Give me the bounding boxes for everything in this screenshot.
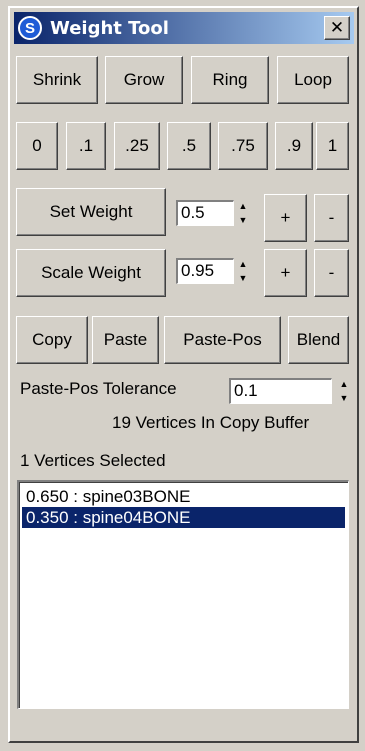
weight-0-1-button[interactable]: .1 [66,122,106,170]
scale-weight-spinner[interactable]: ▲ ▼ [236,258,250,284]
spin-up-icon: ▲ [339,379,349,389]
tolerance-label: Paste-Pos Tolerance [20,379,177,398]
set-weight-plus-button[interactable]: + [264,194,307,242]
title-bar[interactable]: S Weight Tool ✕ [14,12,354,44]
set-weight-button[interactable]: Set Weight [16,188,166,236]
weight-0-9-button[interactable]: .9 [275,122,313,170]
blend-button[interactable]: Blend [288,316,349,364]
ring-button[interactable]: Ring [191,56,269,104]
scale-weight-plus-button[interactable]: + [264,249,307,297]
scale-weight-button[interactable]: Scale Weight [16,249,166,297]
paste-button[interactable]: Paste [92,316,159,364]
copy-button[interactable]: Copy [16,316,88,364]
set-weight-input[interactable]: 0.5 [176,200,234,226]
weight-0-button[interactable]: 0 [16,122,58,170]
tolerance-spinner[interactable]: ▲ ▼ [337,378,351,404]
window-title: Weight Tool [50,17,169,39]
spin-up-icon: ▲ [238,201,248,211]
weight-0-25-button[interactable]: .25 [114,122,160,170]
close-icon: ✕ [329,18,345,38]
set-weight-minus-button[interactable]: - [314,194,349,242]
set-weight-spinner[interactable]: ▲ ▼ [236,200,250,226]
spin-down-icon: ▼ [238,273,248,283]
spin-down-icon: ▼ [339,393,349,403]
paste-pos-button[interactable]: Paste-Pos [164,316,281,364]
list-item[interactable]: 0.650 : spine03BONE [22,486,345,507]
copy-buffer-status: 19 Vertices In Copy Buffer [112,413,310,432]
weight-0-75-button[interactable]: .75 [218,122,268,170]
close-button[interactable]: ✕ [324,16,350,40]
list-item-selected[interactable]: 0.350 : spine04BONE [22,507,345,528]
spin-down-icon: ▼ [238,215,248,225]
loop-button[interactable]: Loop [277,56,349,104]
app-logo-icon: S [18,16,42,40]
bone-weight-list[interactable]: 0.650 : spine03BONE 0.350 : spine04BONE [17,480,349,709]
tolerance-input[interactable]: 0.1 [229,378,332,404]
scale-weight-minus-button[interactable]: - [314,249,349,297]
weight-1-button[interactable]: 1 [316,122,349,170]
spin-up-icon: ▲ [238,259,248,269]
selection-status: 1 Vertices Selected [20,451,166,470]
weight-0-5-button[interactable]: .5 [167,122,211,170]
shrink-button[interactable]: Shrink [16,56,98,104]
grow-button[interactable]: Grow [105,56,183,104]
scale-weight-input[interactable]: 0.95 [176,258,234,284]
